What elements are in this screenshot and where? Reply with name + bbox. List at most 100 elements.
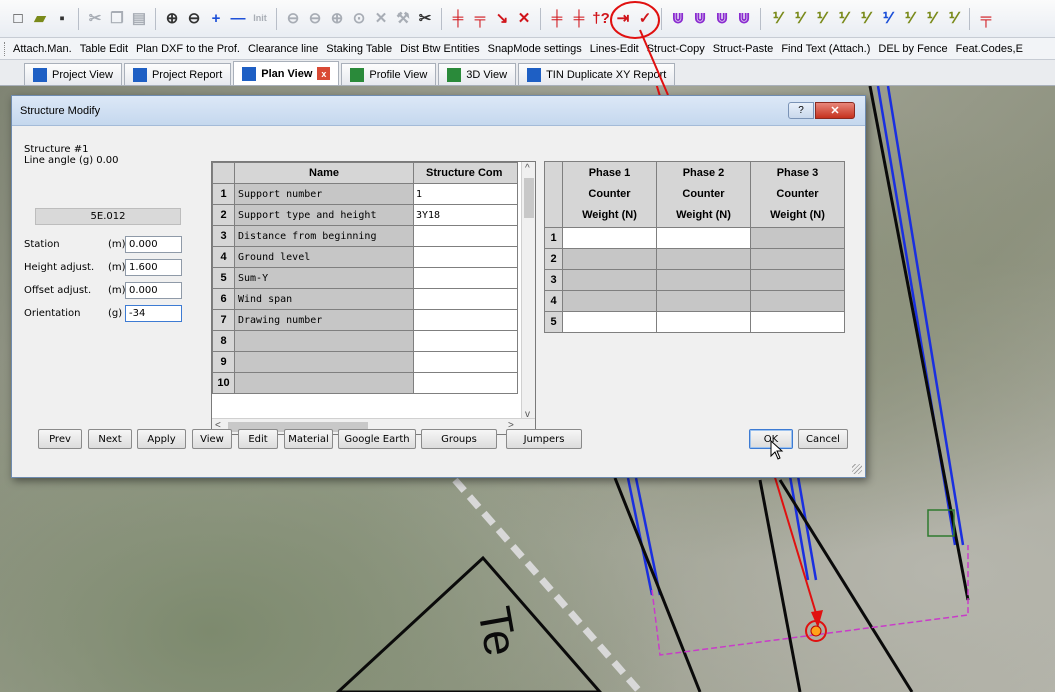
resize-grip[interactable] bbox=[852, 464, 862, 474]
counterweight-cell[interactable] bbox=[656, 290, 751, 312]
row-number: 7 bbox=[212, 309, 235, 331]
property-name-cell bbox=[234, 372, 414, 394]
row-number: 3 bbox=[544, 269, 563, 291]
structure-modify-dialog: Structure Modify ? ✕ Structure #1 Line a… bbox=[11, 95, 866, 478]
property-value-cell[interactable] bbox=[413, 372, 518, 394]
header-line: Phase 3 bbox=[776, 167, 819, 179]
view-button[interactable]: View bbox=[192, 429, 232, 449]
row-number: 6 bbox=[212, 288, 235, 310]
help-button[interactable]: ? bbox=[788, 102, 814, 119]
counterweight-cell[interactable] bbox=[562, 311, 657, 333]
table-row[interactable]: 4 Ground level bbox=[212, 246, 518, 268]
row-number: 10 bbox=[212, 372, 235, 394]
property-value-cell[interactable] bbox=[413, 225, 518, 247]
counterweight-cell[interactable] bbox=[656, 227, 751, 249]
counterweight-cell[interactable] bbox=[656, 269, 751, 291]
table-row[interactable]: 3 bbox=[544, 269, 845, 291]
property-name-cell: Distance from beginning bbox=[234, 225, 414, 247]
vertical-scrollbar[interactable]: ^ v bbox=[521, 162, 535, 420]
orientation-input[interactable]: -34 bbox=[125, 305, 182, 322]
toolbar-annotation bbox=[610, 1, 669, 96]
property-value-cell[interactable] bbox=[413, 309, 518, 331]
header-line: Weight (N) bbox=[676, 209, 731, 221]
annotation-arrow-top bbox=[639, 29, 669, 96]
counterweight-cell[interactable] bbox=[656, 311, 751, 333]
counterweight-cell[interactable] bbox=[656, 248, 751, 270]
property-value-cell[interactable] bbox=[413, 288, 518, 310]
counterweight-cell[interactable] bbox=[562, 248, 657, 270]
dialog-titlebar[interactable]: Structure Modify bbox=[12, 96, 865, 126]
property-value-cell[interactable]: 3Y18 bbox=[413, 204, 518, 226]
structure-properties-grid: Name Structure Com 1 Support number 1 2 Supp… bbox=[211, 161, 536, 435]
table-row[interactable]: 10 bbox=[212, 372, 518, 394]
row-number: 2 bbox=[212, 204, 235, 226]
counterweight-cell[interactable] bbox=[562, 269, 657, 291]
field-unit: (m) bbox=[108, 285, 126, 296]
header-line: Counter bbox=[588, 188, 631, 200]
property-value-cell[interactable] bbox=[413, 351, 518, 373]
row-number: 5 bbox=[212, 267, 235, 289]
property-value-cell[interactable] bbox=[413, 246, 518, 268]
header-line: Weight (N) bbox=[770, 209, 825, 221]
table-row[interactable]: 8 bbox=[212, 330, 518, 352]
table-row[interactable]: 7 Drawing number bbox=[212, 309, 518, 331]
table-row[interactable]: 5 bbox=[544, 311, 845, 333]
cancel-button[interactable]: Cancel bbox=[798, 429, 848, 449]
table-row[interactable]: 1 bbox=[544, 227, 845, 249]
table-row[interactable]: 5 Sum-Y bbox=[212, 267, 518, 289]
prev-button[interactable]: Prev bbox=[38, 429, 82, 449]
property-value-cell[interactable] bbox=[413, 330, 518, 352]
row-number: 4 bbox=[544, 290, 563, 312]
table-row[interactable]: 1 Support number 1 bbox=[212, 183, 518, 205]
property-value-cell[interactable]: 1 bbox=[413, 183, 518, 205]
counterweight-cell[interactable] bbox=[750, 248, 845, 270]
building-outline bbox=[335, 555, 602, 692]
edge-line bbox=[778, 479, 914, 692]
station-input[interactable]: 0.000 bbox=[125, 236, 182, 253]
structure-number: Structure #1 bbox=[24, 144, 89, 155]
phase-1-header: Phase 1 Counter Weight (N) bbox=[562, 161, 657, 228]
height-adjust-input[interactable]: 1.600 bbox=[125, 259, 182, 276]
structure-code: 5E.012 bbox=[35, 208, 181, 225]
property-name-cell: Ground level bbox=[234, 246, 414, 268]
groups-button[interactable]: Groups bbox=[421, 429, 497, 449]
row-number: 1 bbox=[544, 227, 563, 249]
edge-line bbox=[758, 479, 802, 692]
table-row[interactable]: 2 Support type and height 3Y18 bbox=[212, 204, 518, 226]
counterweight-cell[interactable] bbox=[750, 269, 845, 291]
map-label: Te bbox=[468, 603, 528, 660]
header-line: Phase 2 bbox=[682, 167, 725, 179]
next-button[interactable]: Next bbox=[88, 429, 132, 449]
table-row[interactable]: 6 Wind span bbox=[212, 288, 518, 310]
property-value-cell[interactable] bbox=[413, 267, 518, 289]
table-row[interactable]: 4 bbox=[544, 290, 845, 312]
jumpers-button[interactable]: Jumpers bbox=[506, 429, 582, 449]
google-earth-button[interactable]: Google Earth bbox=[338, 429, 416, 449]
counterweight-cell[interactable] bbox=[562, 227, 657, 249]
row-number: 5 bbox=[544, 311, 563, 333]
table-row[interactable]: 2 bbox=[544, 248, 845, 270]
apply-button[interactable]: Apply bbox=[137, 429, 186, 449]
counterweight-cell[interactable] bbox=[750, 227, 845, 249]
row-number: 9 bbox=[212, 351, 235, 373]
conductor-line bbox=[886, 86, 965, 546]
counterweight-cell[interactable] bbox=[562, 290, 657, 312]
scroll-thumb[interactable] bbox=[524, 178, 534, 218]
column-header-structure: Structure Com bbox=[413, 162, 518, 184]
property-name-cell: Drawing number bbox=[234, 309, 414, 331]
counterweight-cell[interactable] bbox=[750, 311, 845, 333]
table-row[interactable]: 3 Distance from beginning bbox=[212, 225, 518, 247]
header-line: Counter bbox=[682, 188, 725, 200]
scroll-up-icon[interactable]: ^ bbox=[525, 163, 530, 174]
close-button[interactable]: ✕ bbox=[815, 102, 855, 119]
property-name-cell: Support number bbox=[234, 183, 414, 205]
offset-adjust-input[interactable]: 0.000 bbox=[125, 282, 182, 299]
grid2-corner bbox=[544, 161, 563, 228]
counterweight-cell[interactable] bbox=[750, 290, 845, 312]
row-number: 1 bbox=[212, 183, 235, 205]
edit-button[interactable]: Edit bbox=[238, 429, 278, 449]
row-number: 4 bbox=[212, 246, 235, 268]
material-button[interactable]: Material bbox=[284, 429, 333, 449]
field-unit: (m) bbox=[108, 262, 126, 273]
table-row[interactable]: 9 bbox=[212, 351, 518, 373]
